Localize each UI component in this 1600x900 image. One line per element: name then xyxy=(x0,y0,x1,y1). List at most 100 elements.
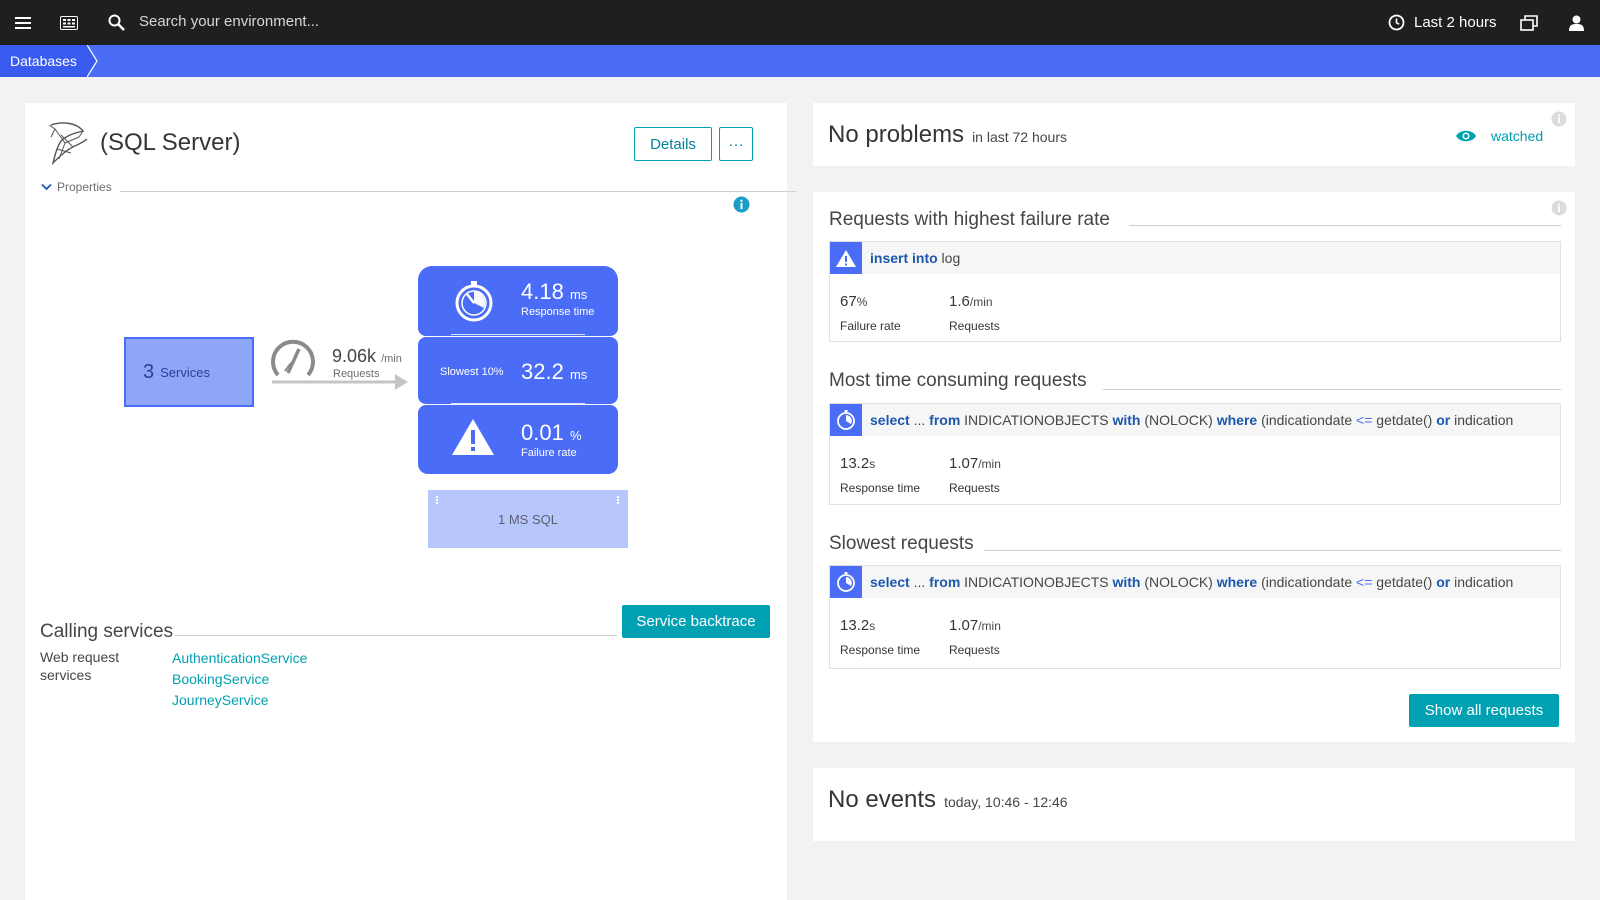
flow-arrow-icon xyxy=(272,374,408,390)
events-card: No events today, 10:46 - 12:46 xyxy=(813,768,1575,841)
query-token: with xyxy=(1112,412,1141,428)
problems-subtitle: in last 72 hours xyxy=(972,129,1068,145)
show-all-requests-button[interactable]: Show all requests xyxy=(1409,694,1559,727)
service-link[interactable]: JourneyService xyxy=(172,692,269,708)
query-token: from xyxy=(929,412,961,428)
warning-icon xyxy=(452,419,494,455)
watched-toggle[interactable]: watched xyxy=(1455,128,1543,144)
stat-value: 1.07 xyxy=(949,455,979,472)
drag-handle-icon xyxy=(436,496,441,504)
stat-unit: /min xyxy=(969,295,993,309)
info-icon[interactable] xyxy=(1551,111,1567,127)
service-link[interactable]: BookingService xyxy=(172,671,269,687)
slowest-number: 32.2 xyxy=(521,359,564,384)
service-link[interactable]: AuthenticationService xyxy=(172,650,307,666)
query-token: or xyxy=(1436,574,1451,590)
failure-rate-value: 0.01 % xyxy=(521,420,582,446)
breadcrumb-chevron-icon xyxy=(87,45,98,77)
requests-value: 9.06k /min xyxy=(332,346,402,367)
metric-divider xyxy=(451,334,585,335)
requests-unit: /min xyxy=(381,353,402,365)
query-token: getdate() xyxy=(1372,574,1437,590)
events-title: No events today, 10:46 - 12:46 xyxy=(828,786,1068,814)
request-query[interactable]: insert into log xyxy=(870,250,960,266)
events-subtitle: today, 10:46 - 12:46 xyxy=(944,794,1068,810)
response-time-number: 4.18 xyxy=(521,279,564,304)
entity-card: (SQL Server) Details ··· Properties 3 Se… xyxy=(25,103,796,900)
stat-label: Response time xyxy=(840,481,921,495)
response-time-tile[interactable]: 4.18 ms Response time xyxy=(418,266,618,336)
stat-label: Requests xyxy=(949,481,1000,495)
top-bar: Search your environment... Last 2 hours xyxy=(0,0,1600,45)
query-token: INDICATIONOBJECTS xyxy=(960,574,1113,590)
properties-toggle[interactable]: Properties xyxy=(41,180,112,194)
stopwatch-icon xyxy=(830,566,862,598)
request-header: select ... from INDICATIONOBJECTS with (… xyxy=(830,566,1560,598)
stopwatch-icon xyxy=(455,281,493,322)
more-button[interactable]: ··· xyxy=(719,127,753,161)
slowest-request-card[interactable]: select ... from INDICATIONOBJECTS with (… xyxy=(829,565,1561,669)
stat-label: Requests xyxy=(949,643,1000,657)
stat-unit: % xyxy=(856,295,868,309)
failure-rate-tile[interactable]: 0.01 % Failure rate xyxy=(418,405,618,474)
query-token: log xyxy=(937,250,961,266)
request-query[interactable]: select ... from INDICATIONOBJECTS with (… xyxy=(870,412,1513,428)
failure-section-title: Requests with highest failure rate xyxy=(829,209,1110,230)
breadcrumb: Databases xyxy=(0,45,1600,77)
slowest-label: Slowest 10% xyxy=(440,366,504,378)
db-node[interactable]: 1 MS SQL xyxy=(428,490,628,548)
dashboard-icon[interactable] xyxy=(58,0,80,45)
query-token: from xyxy=(929,574,961,590)
slowest-section-title: Slowest requests xyxy=(829,533,974,554)
chevron-down-icon xyxy=(41,183,52,191)
breadcrumb-item-databases[interactable]: Databases xyxy=(0,45,87,77)
query-token: with xyxy=(1112,574,1141,590)
stat-label: Response time xyxy=(840,643,921,657)
stat-value: 13.2 xyxy=(840,617,870,634)
query-token: select xyxy=(870,574,910,590)
slowest-unit: ms xyxy=(569,367,588,382)
search-icon[interactable] xyxy=(105,0,127,45)
requests-stat: 1.07/min xyxy=(949,617,1001,634)
menu-icon[interactable] xyxy=(12,0,34,45)
stat-unit: /min xyxy=(978,457,1001,471)
section-divider xyxy=(1103,389,1561,390)
warning-icon xyxy=(830,242,862,274)
response-time-stat: 13.2s xyxy=(840,455,875,472)
response-time-unit: ms xyxy=(569,287,588,302)
query-token: <= xyxy=(1356,412,1373,428)
search-input[interactable]: Search your environment... xyxy=(139,13,319,30)
time-request-card[interactable]: select ... from INDICATIONOBJECTS with (… xyxy=(829,403,1561,505)
slowest-tile[interactable]: Slowest 10% 32.2 ms xyxy=(418,337,618,404)
query-token: where xyxy=(1216,574,1258,590)
watched-label: watched xyxy=(1491,128,1544,144)
request-query[interactable]: select ... from INDICATIONOBJECTS with (… xyxy=(870,574,1513,590)
info-icon[interactable] xyxy=(1551,200,1567,216)
requests-card: Requests with highest failure rate inser… xyxy=(813,192,1575,742)
user-icon[interactable] xyxy=(1565,0,1587,45)
events-title-text: No events xyxy=(828,786,937,813)
slowest-value: 32.2 ms xyxy=(521,359,587,385)
failure-request-card[interactable]: insert into log 67% Failure rate 1.6/min… xyxy=(829,241,1561,342)
query-token: (indicationdate xyxy=(1257,574,1357,590)
windows-icon[interactable] xyxy=(1518,0,1540,45)
query-token: where xyxy=(1216,412,1258,428)
failure-unit: % xyxy=(569,428,582,443)
failure-number: 0.01 xyxy=(521,420,564,445)
services-node[interactable]: 3 Services xyxy=(124,337,254,407)
response-time-label: Response time xyxy=(521,306,595,318)
eye-icon xyxy=(1456,130,1476,142)
details-button[interactable]: Details xyxy=(634,127,712,161)
requests-number: 9.06k xyxy=(332,346,377,366)
request-header: select ... from INDICATIONOBJECTS with (… xyxy=(830,404,1560,436)
services-label: Services xyxy=(160,364,210,380)
service-backtrace-button[interactable]: Service backtrace xyxy=(622,605,770,638)
info-icon[interactable] xyxy=(733,196,750,213)
calling-services-title: Calling services xyxy=(40,621,174,642)
stat-unit: /min xyxy=(978,619,1001,633)
timeframe-selector[interactable]: Last 2 hours xyxy=(1414,14,1497,31)
query-token: (NOLOCK) xyxy=(1140,574,1217,590)
requests-stat: 1.07/min xyxy=(949,455,1001,472)
query-token: or xyxy=(1436,412,1451,428)
stat-value: 13.2 xyxy=(840,455,870,472)
